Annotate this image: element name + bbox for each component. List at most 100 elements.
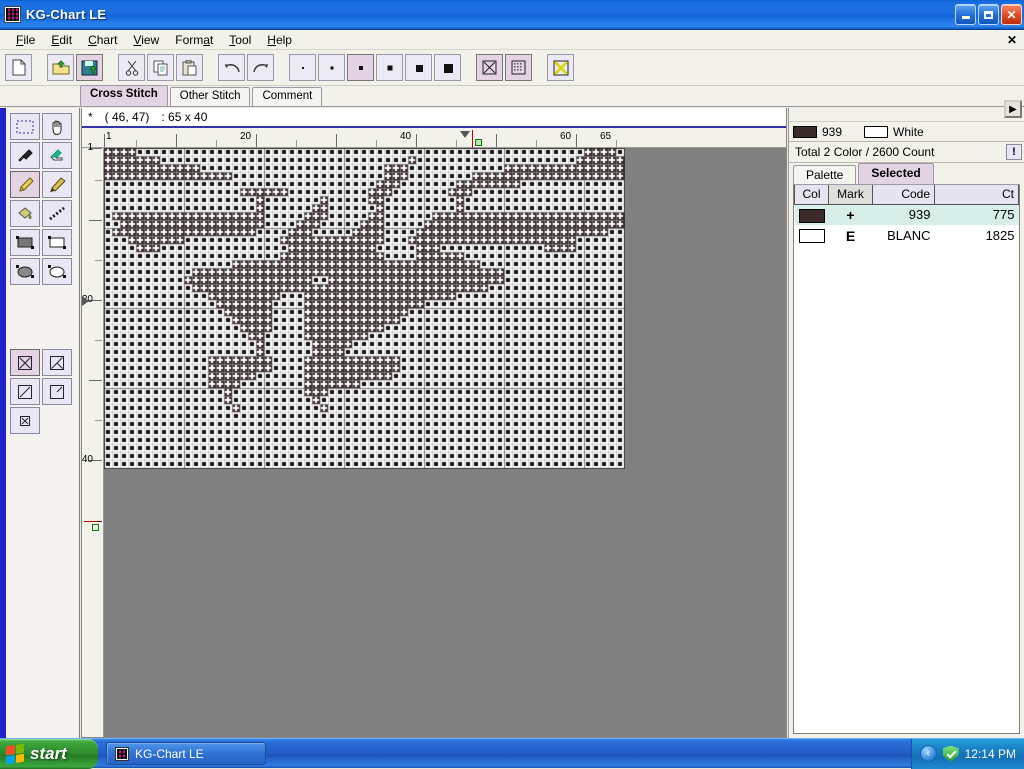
chart-canvas-viewport[interactable]: 120406065 12040 xyxy=(82,128,786,737)
close-icon: ✕ xyxy=(1006,9,1016,21)
zoom-level-5-button[interactable] xyxy=(405,54,432,81)
zoom-level-6-button[interactable] xyxy=(434,54,461,81)
ruler-tick-minor xyxy=(376,140,377,147)
pen-tool[interactable] xyxy=(42,171,72,198)
petite-stitch-tool[interactable] xyxy=(10,407,40,434)
fill-bucket-tool[interactable] xyxy=(10,200,40,227)
row-mark: + xyxy=(829,204,873,225)
chart-modified-marker: * xyxy=(88,110,93,124)
menu-item-edit[interactable]: Edit xyxy=(43,31,80,49)
tab-selected[interactable]: Selected xyxy=(858,163,933,184)
palette-table-container[interactable]: Col Mark Code Ct + 939 775 E xyxy=(793,184,1020,734)
security-shield-icon[interactable] xyxy=(943,746,959,762)
ruler-label: 1 xyxy=(87,142,93,153)
tray-clock[interactable]: 12:14 PM xyxy=(965,747,1016,761)
eraser-tool[interactable] xyxy=(42,142,72,169)
ruler-label: 1 xyxy=(106,131,112,142)
maximize-button[interactable] xyxy=(978,4,999,25)
outline-ellipse-tool[interactable] xyxy=(42,258,72,285)
select-rectangle-tool[interactable] xyxy=(10,113,40,140)
column-header-col[interactable]: Col xyxy=(795,185,829,204)
open-document-button[interactable] xyxy=(47,54,74,81)
tab-palette[interactable]: Palette xyxy=(793,165,856,184)
backstitch-toggle-button[interactable] xyxy=(547,54,574,81)
outline-rectangle-tool[interactable] xyxy=(42,229,72,256)
filled-rectangle-tool[interactable] xyxy=(10,229,40,256)
quick-color-swatch-2[interactable] xyxy=(864,126,888,138)
menu-item-format[interactable]: Format xyxy=(167,31,221,49)
chart-info-bar: * ( 46, 47) : 65 x 40 xyxy=(82,108,786,128)
row-color-swatch[interactable] xyxy=(795,225,829,246)
ruler-tick xyxy=(576,134,577,147)
palette-warning-button[interactable]: ! xyxy=(1006,144,1022,160)
filled-ellipse-tool[interactable] xyxy=(10,258,40,285)
row-code: 939 xyxy=(873,204,935,225)
tab-cross-stitch[interactable]: Cross Stitch xyxy=(80,85,168,106)
zoom-level-3-button[interactable] xyxy=(347,54,374,81)
row-count: 775 xyxy=(935,204,1019,225)
app-icon xyxy=(4,6,21,23)
quarter-stitch-backslash-tool[interactable] xyxy=(10,378,40,405)
quick-color-swatch-1[interactable] xyxy=(793,126,817,138)
start-button[interactable]: start xyxy=(0,739,98,769)
app-icon xyxy=(115,747,129,761)
cut-button[interactable] xyxy=(118,54,145,81)
document-tabs: Cross Stitch Other Stitch Comment xyxy=(0,86,1024,107)
tab-other-stitch[interactable]: Other Stitch xyxy=(170,87,251,106)
row-code: BLANC xyxy=(873,225,935,246)
zoom-level-1-button[interactable] xyxy=(289,54,316,81)
tab-comment[interactable]: Comment xyxy=(252,87,322,106)
ruler-tick-minor xyxy=(296,140,297,147)
half-cross-stitch-tool[interactable] xyxy=(42,349,72,376)
show-symbols-button[interactable] xyxy=(476,54,503,81)
zoom-level-2-button[interactable] xyxy=(318,54,345,81)
zoom-level-4-button[interactable] xyxy=(376,54,403,81)
pan-tool[interactable] xyxy=(42,113,72,140)
undo-button[interactable] xyxy=(218,54,245,81)
column-header-count[interactable]: Ct xyxy=(935,185,1019,204)
taskbar-item-kg-chart[interactable]: KG-Chart LE xyxy=(106,742,266,765)
quick-color-label-2: White xyxy=(893,125,924,139)
new-document-button[interactable] xyxy=(5,54,32,81)
menu-item-file[interactable]: File xyxy=(8,31,43,49)
minimize-button[interactable] xyxy=(955,4,976,25)
guide-handle[interactable] xyxy=(92,524,99,531)
quarter-stitch-corner-tool[interactable] xyxy=(42,378,72,405)
menu-item-help[interactable]: Help xyxy=(259,31,300,49)
menu-item-view[interactable]: View xyxy=(125,31,167,49)
line-tool[interactable] xyxy=(42,200,72,227)
redo-button[interactable] xyxy=(247,54,274,81)
vertical-ruler[interactable]: 12040 xyxy=(82,148,104,737)
full-cross-stitch-tool[interactable] xyxy=(10,349,40,376)
chart-area: * ( 46, 47) : 65 x 40 120406065 12040 xyxy=(81,108,787,738)
close-button[interactable]: ✕ xyxy=(1001,4,1022,25)
row-color-swatch[interactable] xyxy=(795,204,829,225)
ruler-tick-minor xyxy=(95,260,102,261)
ruler-tick xyxy=(336,134,337,147)
menu-item-tool[interactable]: Tool xyxy=(221,31,259,49)
scroll-right-button[interactable]: ▶ xyxy=(1004,100,1022,118)
tool-palette-spacer xyxy=(6,286,79,348)
table-row[interactable]: E BLANC 1825 xyxy=(795,225,1019,246)
taskbar-item-label: KG-Chart LE xyxy=(135,747,204,761)
ruler-tick xyxy=(89,220,102,221)
copy-button[interactable] xyxy=(147,54,174,81)
save-document-button[interactable] xyxy=(76,54,103,81)
column-header-code[interactable]: Code xyxy=(873,185,935,204)
menu-item-chart[interactable]: Chart xyxy=(80,31,125,49)
paste-button[interactable] xyxy=(176,54,203,81)
palette-table: Col Mark Code Ct + 939 775 E xyxy=(794,185,1019,246)
stitch-grid-canvas[interactable] xyxy=(104,148,625,469)
tray-expand-chevron-icon[interactable]: ‹ xyxy=(920,745,937,762)
show-grid-button[interactable] xyxy=(505,54,532,81)
ruler-tick-minor xyxy=(136,140,137,147)
color-picker-tool[interactable] xyxy=(10,142,40,169)
stitch-grid[interactable] xyxy=(104,148,625,469)
guide-handle[interactable] xyxy=(475,139,482,146)
ruler-tick-minor xyxy=(95,180,102,181)
column-header-mark[interactable]: Mark xyxy=(829,185,873,204)
close-document-button[interactable]: ✕ xyxy=(1004,32,1020,48)
table-row[interactable]: + 939 775 xyxy=(795,204,1019,225)
pencil-tool[interactable] xyxy=(10,171,40,198)
horizontal-ruler[interactable]: 120406065 xyxy=(82,128,786,148)
